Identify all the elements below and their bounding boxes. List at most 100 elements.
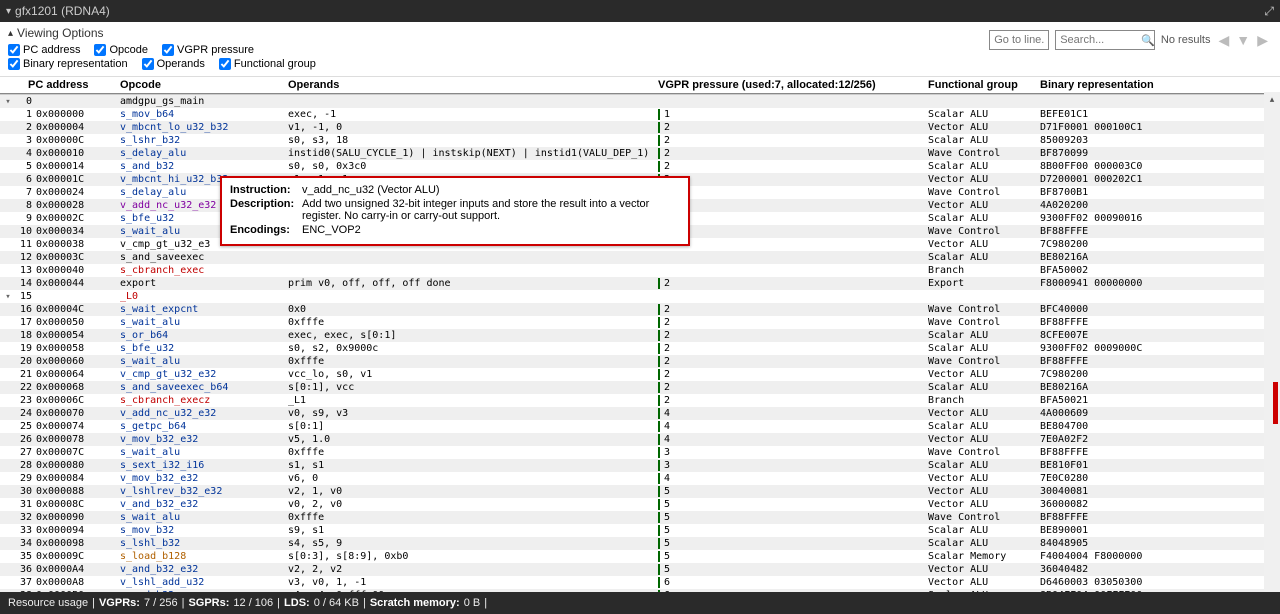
vgpr-pressure: 5	[658, 551, 678, 562]
line-number: 5	[16, 161, 36, 172]
checkbox[interactable]	[162, 44, 174, 56]
header-pc[interactable]: PC address	[28, 79, 120, 91]
table-row[interactable]: ▾15_L0	[0, 290, 1280, 303]
table-row[interactable]: 290x000084v_mov_b32_e32v6, 04Vector ALU7…	[0, 472, 1280, 485]
operands: s0, s0, 0x3c0	[288, 161, 658, 172]
search-input[interactable]	[1055, 30, 1155, 50]
table-row[interactable]: 160x00004Cs_wait_expcnt0x02Wave ControlB…	[0, 303, 1280, 316]
table-row[interactable]: 320x000090s_wait_alu0xfffe5Wave ControlB…	[0, 511, 1280, 524]
header-functional-group[interactable]: Functional group	[928, 79, 1040, 91]
table-row[interactable]: 310x00008Cv_and_b32_e32v0, 2, v05Vector …	[0, 498, 1280, 511]
binary-representation: BE810F01	[1040, 460, 1280, 471]
option-checkbox[interactable]: VGPR pressure	[162, 44, 254, 56]
table-row[interactable]: 200x000060s_wait_alu0xfffe2Wave ControlB…	[0, 355, 1280, 368]
status-sgpr-label: SGPRs:	[188, 597, 229, 609]
opcode: s_sext_i32_i16	[120, 460, 288, 471]
table-row[interactable]: 230x00006Cs_cbranch_execz_L12BranchBFA50…	[0, 394, 1280, 407]
table-row[interactable]: 20x000004v_mbcnt_lo_u32_b32v1, -1, 02Vec…	[0, 121, 1280, 134]
table-row[interactable]: ▾0amdgpu_gs_main	[0, 95, 1280, 108]
goto-line-input[interactable]	[989, 30, 1049, 50]
opcode: s_wait_alu	[120, 512, 288, 523]
table-row[interactable]: 210x000064v_cmp_gt_u32_e32vcc_lo, s0, v1…	[0, 368, 1280, 381]
checkbox[interactable]	[8, 44, 20, 56]
table-row[interactable]: 190x000058s_bfe_u32s0, s2, 0x9000c2Scala…	[0, 342, 1280, 355]
expand-icon[interactable]: ▾	[0, 97, 16, 107]
table-row[interactable]: 180x000054s_or_b64exec, exec, s[0:1]2Sca…	[0, 329, 1280, 342]
table-row[interactable]: 330x000094s_mov_b32s9, s15Scalar ALUBE89…	[0, 524, 1280, 537]
pc-address: 0x00004C	[36, 304, 120, 315]
checkbox[interactable]	[94, 44, 106, 56]
checkbox-label: VGPR pressure	[177, 44, 254, 56]
table-row[interactable]: 270x00007Cs_wait_alu0xfffe3Wave ControlB…	[0, 446, 1280, 459]
opcode: v_mov_b32_e32	[120, 473, 288, 484]
search-next-icon[interactable]: ▶	[1257, 32, 1268, 48]
pc-address: 0x00009C	[36, 551, 120, 562]
option-checkbox[interactable]: Operands	[142, 58, 205, 70]
line-number: 13	[16, 265, 36, 276]
functional-group: Vector ALU	[928, 122, 1040, 133]
expand-icon[interactable]: ⤢	[1264, 4, 1274, 19]
option-checkbox[interactable]: PC address	[8, 44, 80, 56]
functional-group: Wave Control	[928, 226, 1040, 237]
binary-representation: F8000941 00000000	[1040, 278, 1280, 289]
table-row[interactable]: 300x000088v_lshlrev_b32_e32v2, 1, v05Vec…	[0, 485, 1280, 498]
option-checkbox[interactable]: Functional group	[219, 58, 316, 70]
pc-address: 0x000034	[36, 226, 120, 237]
table-row[interactable]: 130x000040s_cbranch_execBranchBFA50002	[0, 264, 1280, 277]
line-number: 27	[16, 447, 36, 458]
table-row[interactable]: 50x000014s_and_b32s0, s0, 0x3c02Scalar A…	[0, 160, 1280, 173]
table-row[interactable]: 340x000098s_lshl_b32s4, s5, 95Scalar ALU…	[0, 537, 1280, 550]
header-vgpr[interactable]: VGPR pressure (used:7, allocated:12/256)	[658, 79, 928, 91]
table-row[interactable]: 40x000010s_delay_aluinstid0(SALU_CYCLE_1…	[0, 147, 1280, 160]
vgpr-pressure: 2	[658, 343, 678, 354]
scrollbar[interactable]: ▴	[1264, 92, 1280, 592]
table-row[interactable]: 360x0000A4v_and_b32_e32v2, 2, v25Vector …	[0, 563, 1280, 576]
line-number: 33	[16, 525, 36, 536]
tooltip-description-value: Add two unsigned 32-bit integer inputs a…	[302, 198, 680, 222]
search-toggle-icon[interactable]: ▼	[1236, 32, 1250, 48]
table-row[interactable]: 260x000078v_mov_b32_e32v5, 1.04Vector AL…	[0, 433, 1280, 446]
header-opcode[interactable]: Opcode	[120, 79, 288, 91]
checkbox[interactable]	[8, 58, 20, 70]
table-row[interactable]: 280x000080s_sext_i32_i16s1, s13Scalar AL…	[0, 459, 1280, 472]
table-row[interactable]: 120x00003Cs_and_saveexecScalar ALUBE8021…	[0, 251, 1280, 264]
chevron-down-icon[interactable]: ▾	[6, 6, 11, 17]
binary-representation: 85009203	[1040, 135, 1280, 146]
binary-representation: 7C980200	[1040, 239, 1280, 250]
functional-group: Wave Control	[928, 304, 1040, 315]
table-row[interactable]: 220x000068s_and_saveexec_b64s[0:1], vcc2…	[0, 381, 1280, 394]
table-row[interactable]: 10x000000s_mov_b64exec, -11Scalar ALUBEF…	[0, 108, 1280, 121]
table-row[interactable]: 170x000050s_wait_alu0xfffe2Wave ControlB…	[0, 316, 1280, 329]
table-row[interactable]: 140x000044exportprim v0, off, off, off d…	[0, 277, 1280, 290]
disassembly-table[interactable]: ▾0amdgpu_gs_main10x000000s_mov_b64exec, …	[0, 94, 1280, 600]
vgpr-pressure: 2	[658, 278, 678, 289]
table-row[interactable]: 350x00009Cs_load_b128s[0:3], s[8:9], 0xb…	[0, 550, 1280, 563]
scroll-up-icon[interactable]: ▴	[1264, 92, 1280, 106]
table-row[interactable]: 370x0000A8v_lshl_add_u32v3, v0, 1, -16Ve…	[0, 576, 1280, 589]
expand-icon[interactable]: ▾	[0, 292, 16, 302]
option-checkbox[interactable]: Opcode	[94, 44, 148, 56]
opcode: v_mbcnt_lo_u32_b32	[120, 122, 288, 133]
line-number: 35	[16, 551, 36, 562]
functional-group: Wave Control	[928, 356, 1040, 367]
header-operands[interactable]: Operands	[288, 79, 658, 91]
option-checkbox[interactable]: Binary representation	[8, 58, 128, 70]
binary-representation: 4A020200	[1040, 200, 1280, 211]
search-prev-icon[interactable]: ◀	[1218, 32, 1229, 48]
checkbox[interactable]	[219, 58, 231, 70]
vgpr-pressure: 5	[658, 538, 678, 549]
operands: s[0:3], s[8:9], 0xb0	[288, 551, 658, 562]
status-scratch-value: 0 B	[464, 597, 481, 609]
header-binary[interactable]: Binary representation	[1040, 79, 1280, 91]
binary-representation: 7E0A02F2	[1040, 434, 1280, 445]
line-number: 18	[16, 330, 36, 341]
checkbox[interactable]	[142, 58, 154, 70]
table-row[interactable]: 250x000074s_getpc_b64s[0:1]4Scalar ALUBE…	[0, 420, 1280, 433]
table-row[interactable]: 30x00000Cs_lshr_b32s0, s3, 182Scalar ALU…	[0, 134, 1280, 147]
table-row[interactable]: 240x000070v_add_nc_u32_e32v0, s9, v34Vec…	[0, 407, 1280, 420]
vgpr-pressure: 1	[658, 109, 678, 120]
window-title: gfx1201 (RDNA4)	[15, 4, 110, 18]
binary-representation: BFC40000	[1040, 304, 1280, 315]
tooltip-encodings-value: ENC_VOP2	[302, 224, 680, 236]
chevron-up-icon[interactable]: ▴	[8, 28, 13, 39]
